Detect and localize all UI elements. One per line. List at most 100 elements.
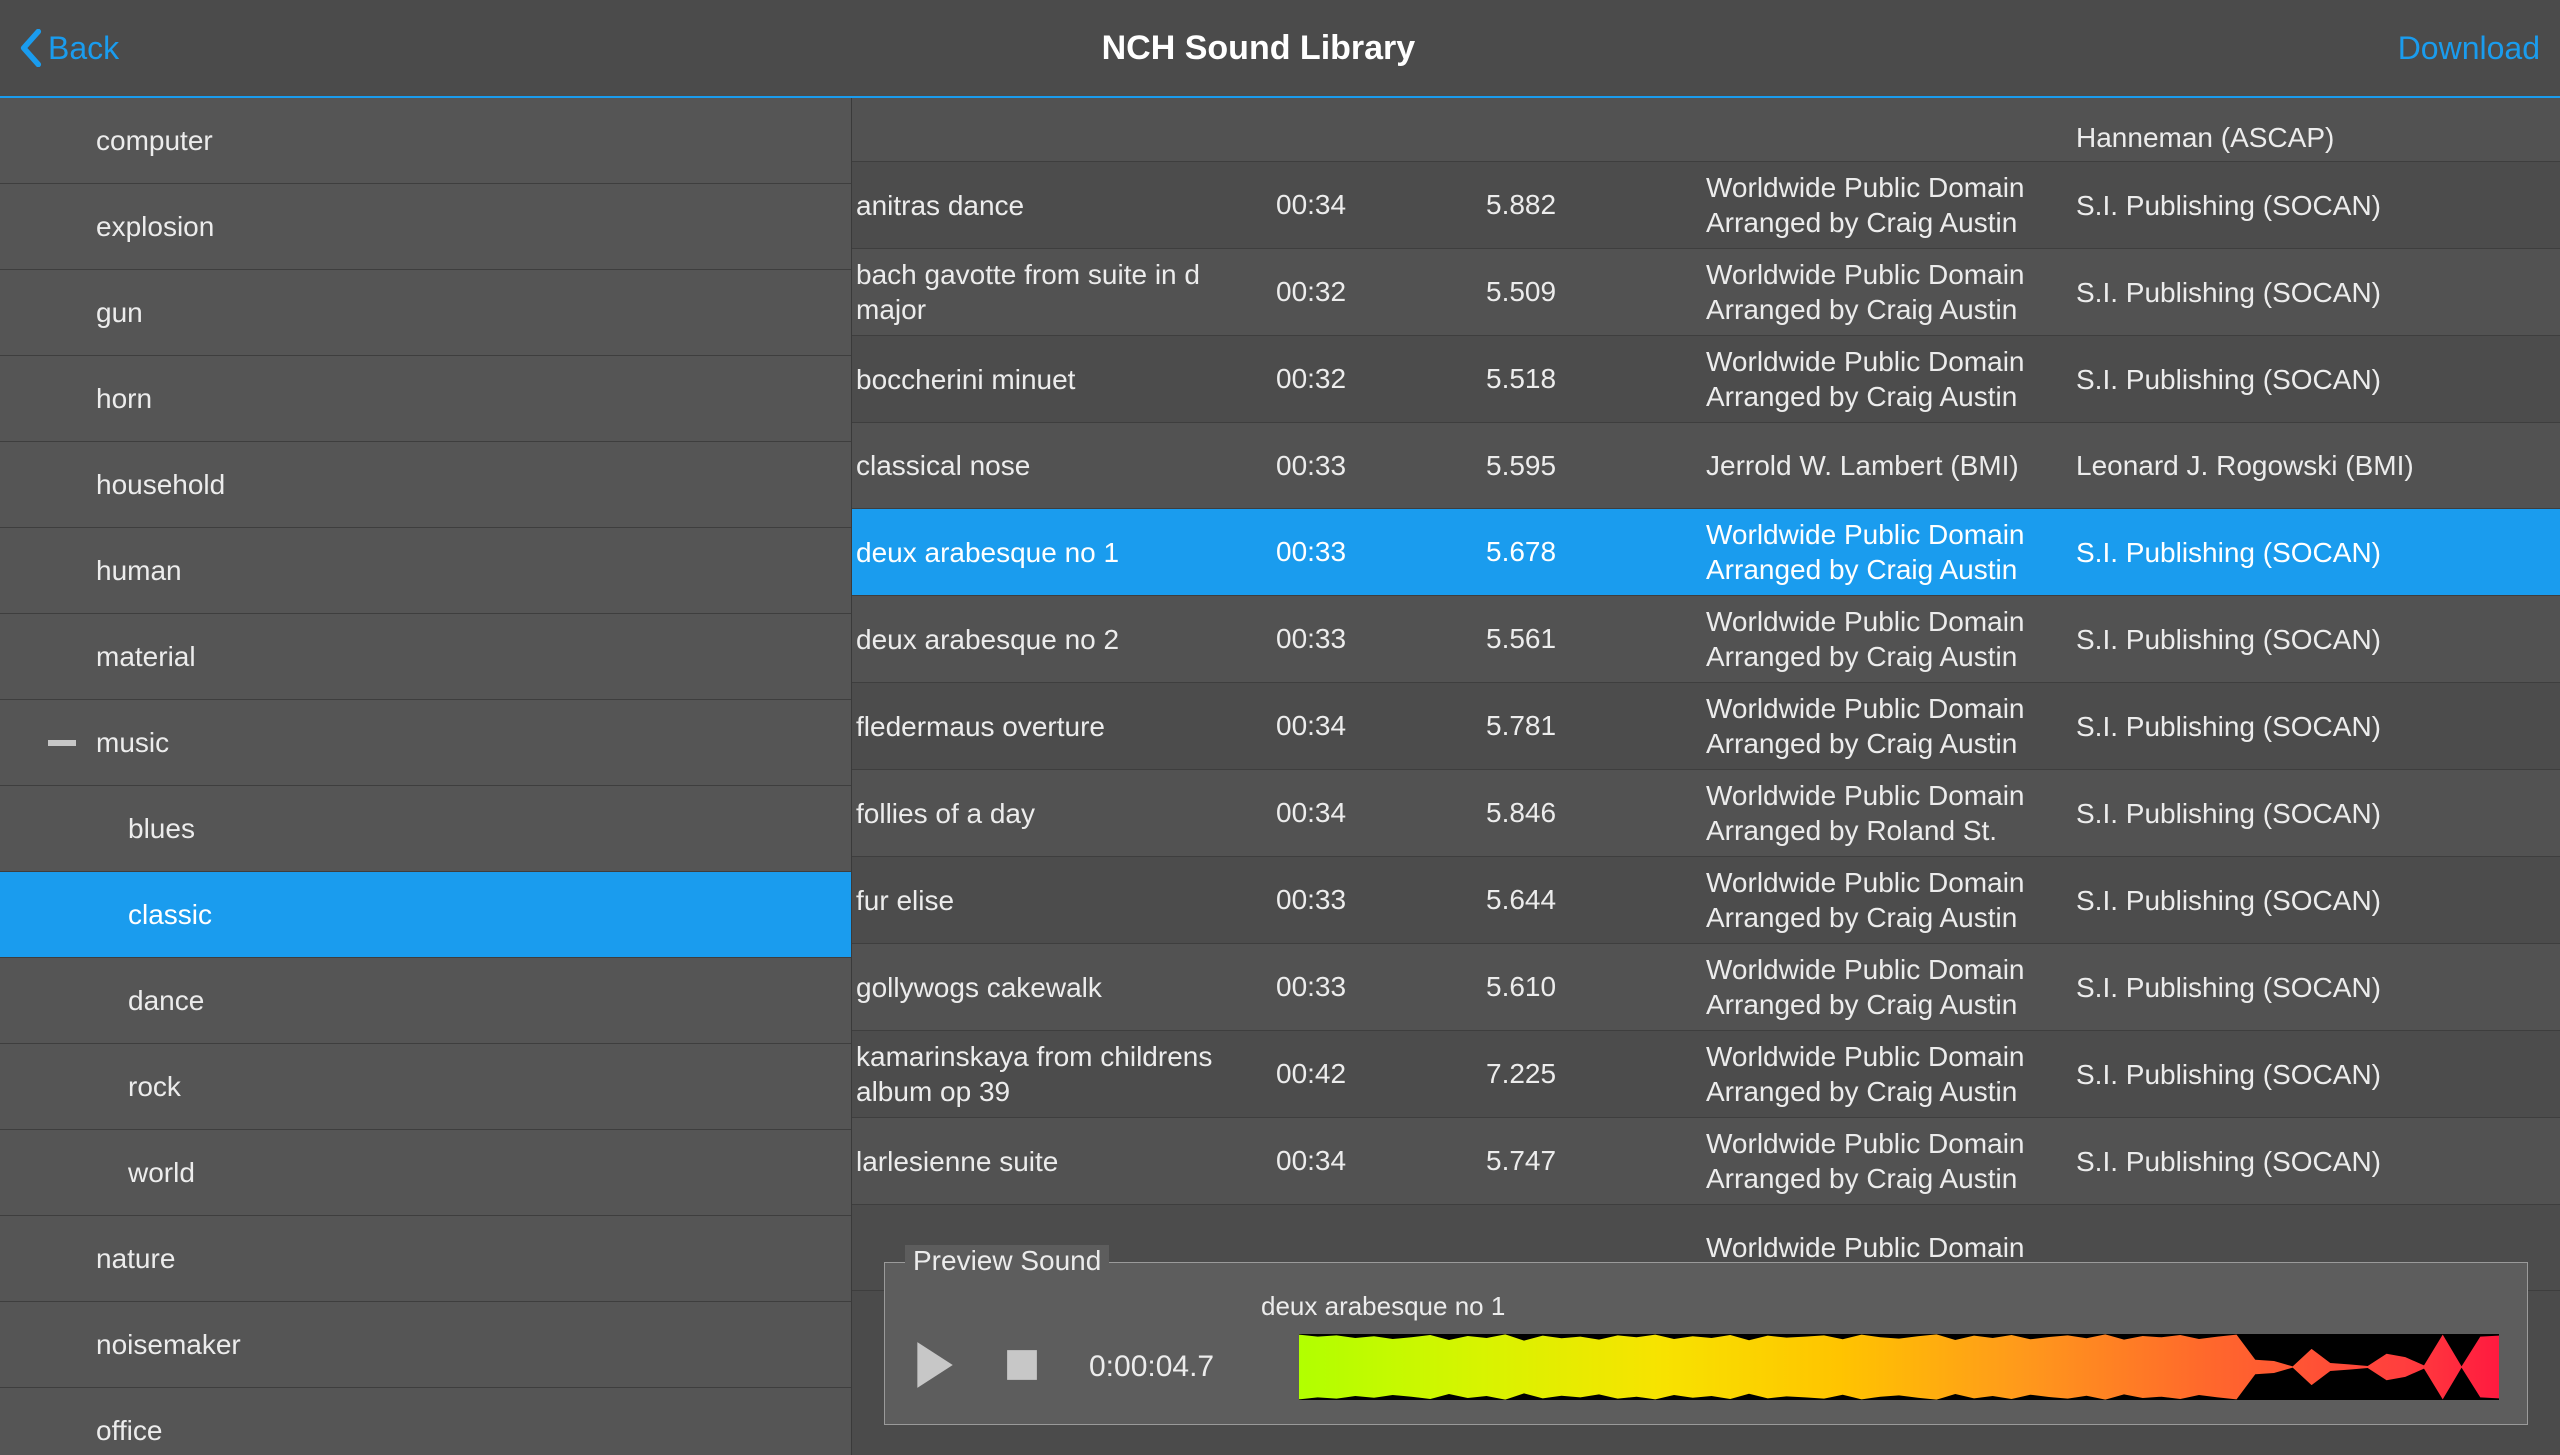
table-row[interactable]: kamarinskaya from childrens album op 390…: [852, 1031, 2560, 1118]
table-row[interactable]: larlesienne suite00:345.747Worldwide Pub…: [852, 1118, 2560, 1205]
waveform-seekbar[interactable]: [1299, 1334, 2499, 1400]
track-author: Worldwide Public Domain Arranged by Crai…: [1706, 170, 2076, 240]
sidebar-item-music[interactable]: music: [0, 700, 851, 786]
track-duration: 00:33: [1276, 884, 1486, 916]
track-size: 5.595: [1486, 450, 1706, 482]
sidebar-item-classic[interactable]: classic: [0, 872, 851, 958]
sidebar-item-label: noisemaker: [96, 1329, 241, 1361]
track-name: gollywogs cakewalk: [856, 970, 1276, 1005]
track-publisher: S.I. Publishing (SOCAN): [2076, 709, 2556, 744]
preview-legend: Preview Sound: [905, 1245, 1109, 1277]
sidebar-item-gun[interactable]: gun: [0, 270, 851, 356]
preview-time: 0:00:04.7: [1089, 1350, 1249, 1384]
category-sidebar[interactable]: computerexplosion gun horn household human ma…: [0, 98, 852, 1455]
track-size: 5.610: [1486, 971, 1706, 1003]
track-size: 7.225: [1486, 1058, 1706, 1090]
track-author: Worldwide Public Domain Arranged by Crai…: [1706, 517, 2076, 587]
table-row[interactable]: follies of a day00:345.846Worldwide Publ…: [852, 770, 2560, 857]
track-publisher: S.I. Publishing (SOCAN): [2076, 362, 2556, 397]
back-button[interactable]: Back: [20, 29, 119, 67]
track-publisher: S.I. Publishing (SOCAN): [2076, 970, 2556, 1005]
table-row[interactable]: Hanneman (ASCAP): [852, 98, 2560, 162]
sidebar-item-label: horn: [96, 383, 152, 415]
chevron-left-icon: [20, 29, 42, 67]
track-duration: 00:33: [1276, 971, 1486, 1003]
track-publisher: S.I. Publishing (SOCAN): [2076, 1057, 2556, 1092]
track-size: 5.509: [1486, 276, 1706, 308]
track-author: Worldwide Public Domain: [1706, 1230, 2076, 1265]
track-publisher: S.I. Publishing (SOCAN): [2076, 275, 2556, 310]
sidebar-item-rock[interactable]: rock: [0, 1044, 851, 1130]
track-publisher: S.I. Publishing (SOCAN): [2076, 188, 2556, 223]
track-publisher: S.I. Publishing (SOCAN): [2076, 535, 2556, 570]
sidebar-item-label: classic: [128, 899, 212, 931]
track-size: 5.747: [1486, 1145, 1706, 1177]
table-row[interactable]: deux arabesque no 100:335.678Worldwide P…: [852, 509, 2560, 596]
track-name: bach gavotte from suite in d major: [856, 257, 1276, 327]
track-publisher: Hanneman (ASCAP): [2076, 120, 2556, 155]
track-duration: 00:42: [1276, 1058, 1486, 1090]
track-duration: 00:34: [1276, 797, 1486, 829]
sidebar-item-label: gun: [96, 297, 143, 329]
table-row[interactable]: anitras dance00:345.882Worldwide Public …: [852, 162, 2560, 249]
track-duration: 00:34: [1276, 710, 1486, 742]
sidebar-item-household[interactable]: household: [0, 442, 851, 528]
track-name: fur elise: [856, 883, 1276, 918]
download-button[interactable]: Download: [2398, 30, 2540, 67]
sidebar-item-horn[interactable]: horn: [0, 356, 851, 442]
sidebar-item-computer[interactable]: computer: [0, 98, 851, 184]
sidebar-item-world[interactable]: world: [0, 1130, 851, 1216]
sidebar-item-office[interactable]: office: [0, 1388, 851, 1455]
track-duration: 00:34: [1276, 189, 1486, 221]
sidebar-item-label: human: [96, 555, 182, 587]
track-duration: 00:32: [1276, 276, 1486, 308]
track-publisher: S.I. Publishing (SOCAN): [2076, 622, 2556, 657]
sidebar-item-label: material: [96, 641, 196, 673]
play-button[interactable]: [913, 1340, 955, 1395]
track-duration: 00:32: [1276, 363, 1486, 395]
sidebar-item-dance[interactable]: dance: [0, 958, 851, 1044]
sidebar-item-nature[interactable]: nature: [0, 1216, 851, 1302]
stop-button[interactable]: [1005, 1348, 1039, 1387]
track-duration: 00:33: [1276, 450, 1486, 482]
track-author: Worldwide Public Domain Arranged by Crai…: [1706, 691, 2076, 761]
sidebar-item-blues[interactable]: blues: [0, 786, 851, 872]
table-row[interactable]: deux arabesque no 200:335.561Worldwide P…: [852, 596, 2560, 683]
sidebar-item-human[interactable]: human: [0, 528, 851, 614]
track-size: 5.846: [1486, 797, 1706, 829]
sidebar-item-label: household: [96, 469, 225, 501]
track-publisher: S.I. Publishing (SOCAN): [2076, 883, 2556, 918]
sidebar-item-label: office: [96, 1415, 162, 1447]
track-duration: 00:34: [1276, 1145, 1486, 1177]
track-author: Worldwide Public Domain Arranged by Crai…: [1706, 952, 2076, 1022]
track-name: deux arabesque no 1: [856, 535, 1276, 570]
track-size: 5.882: [1486, 189, 1706, 221]
track-name: deux arabesque no 2: [856, 622, 1276, 657]
preview-track-title: deux arabesque no 1: [913, 1291, 2499, 1322]
sidebar-item-explosion[interactable]: explosion: [0, 184, 851, 270]
track-author: Worldwide Public Domain Arranged by Crai…: [1706, 865, 2076, 935]
track-size: 5.518: [1486, 363, 1706, 395]
track-name: follies of a day: [856, 796, 1276, 831]
track-size: 5.678: [1486, 536, 1706, 568]
play-icon: [913, 1340, 955, 1390]
track-publisher: Leonard J. Rogowski (BMI): [2076, 448, 2556, 483]
stop-icon: [1005, 1348, 1039, 1382]
table-row[interactable]: bach gavotte from suite in d major00:325…: [852, 249, 2560, 336]
back-label: Back: [48, 30, 119, 67]
track-name: kamarinskaya from childrens album op 39: [856, 1039, 1276, 1109]
track-author: Worldwide Public Domain Arranged by Crai…: [1706, 1126, 2076, 1196]
track-size: 5.561: [1486, 623, 1706, 655]
sidebar-item-material[interactable]: material: [0, 614, 851, 700]
table-row[interactable]: fledermaus overture00:345.781Worldwide P…: [852, 683, 2560, 770]
sidebar-item-label: rock: [128, 1071, 181, 1103]
track-author: Jerrold W. Lambert (BMI): [1706, 448, 2076, 483]
track-name: larlesienne suite: [856, 1144, 1276, 1179]
table-row[interactable]: gollywogs cakewalk00:335.610Worldwide Pu…: [852, 944, 2560, 1031]
sidebar-item-noisemaker[interactable]: noisemaker: [0, 1302, 851, 1388]
table-row[interactable]: boccherini minuet00:325.518Worldwide Pub…: [852, 336, 2560, 423]
app-header: Back NCH Sound Library Download: [0, 0, 2560, 98]
table-row[interactable]: classical nose00:335.595Jerrold W. Lambe…: [852, 423, 2560, 509]
table-row[interactable]: fur elise00:335.644Worldwide Public Doma…: [852, 857, 2560, 944]
collapse-icon[interactable]: [48, 740, 76, 746]
